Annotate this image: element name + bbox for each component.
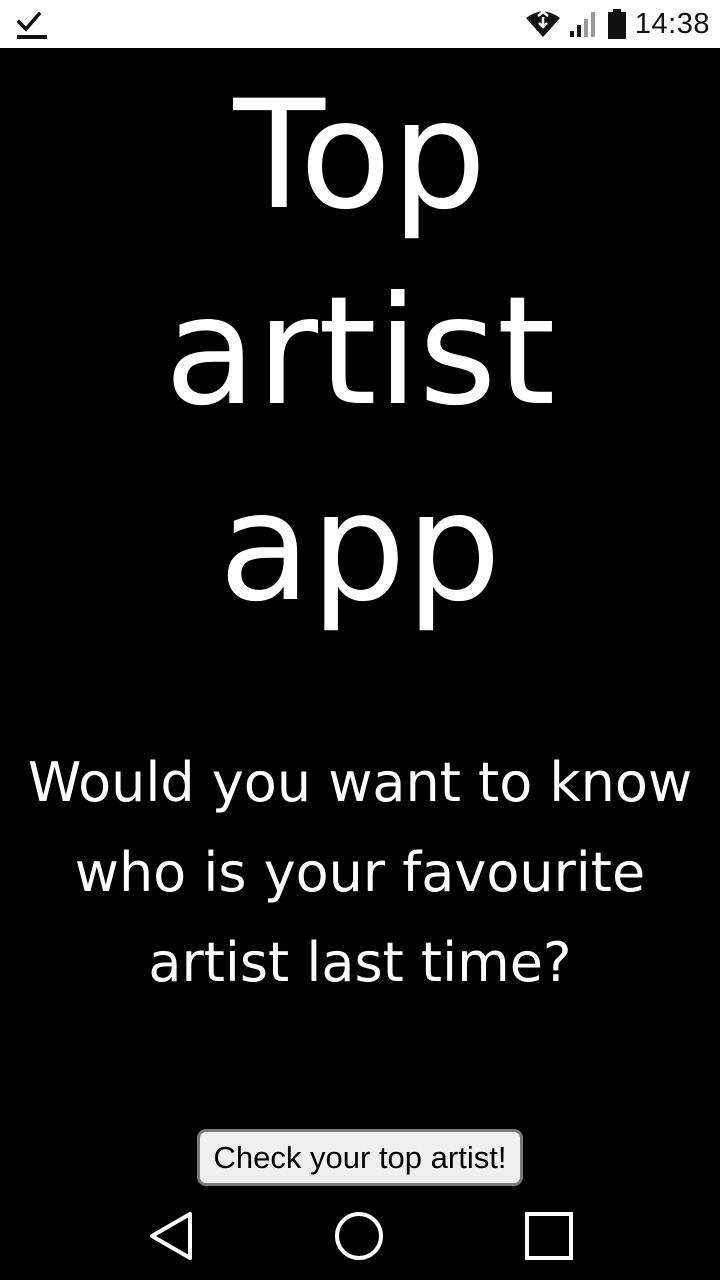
title-line: artist <box>164 265 556 439</box>
cell-signal-icon <box>569 12 595 37</box>
home-button[interactable] <box>329 1206 389 1266</box>
status-time: 14:38 <box>634 7 710 40</box>
status-icons: 14:38 <box>525 0 710 48</box>
title-line: app <box>218 461 502 635</box>
recents-icon <box>525 1212 573 1260</box>
download-done-icon <box>16 11 47 39</box>
status-bar: 14:38 <box>0 0 720 48</box>
back-button[interactable] <box>140 1206 200 1266</box>
back-icon <box>150 1212 192 1260</box>
wifi-icon <box>525 10 560 37</box>
app-screen: 14:38 Top artist app Would you want to k… <box>0 0 720 1280</box>
check-top-artist-button[interactable]: Check your top artist! <box>197 1129 523 1186</box>
title-line: Top <box>233 69 487 243</box>
battery-icon <box>607 9 626 39</box>
app-title: Top artist app <box>0 58 720 646</box>
question-text: Would you want to know who is your favou… <box>27 751 693 994</box>
recents-button[interactable] <box>519 1206 579 1266</box>
navigation-bar <box>0 1188 720 1280</box>
home-icon <box>335 1212 383 1260</box>
